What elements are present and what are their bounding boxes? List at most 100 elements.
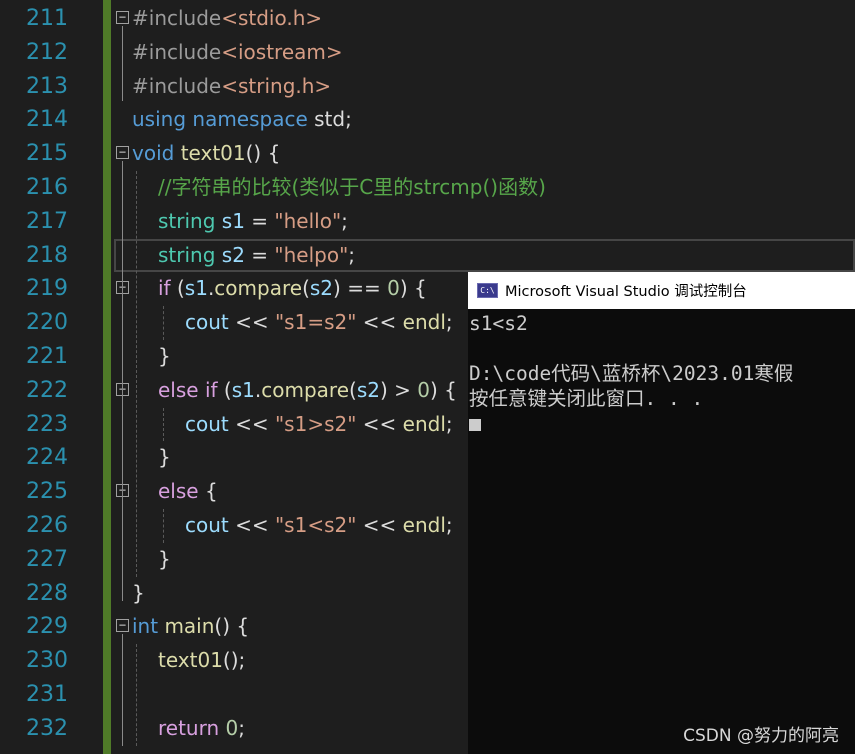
console-output-line: D:\code代码\蓝桥杯\2023.01寒假: [469, 362, 794, 385]
code-token: (: [302, 276, 310, 301]
code-token: main: [164, 614, 215, 639]
code-token: "hello": [274, 208, 342, 233]
code-token: <<: [228, 512, 275, 537]
code-text: }: [158, 340, 171, 374]
collapse-toggle-icon[interactable]: −: [116, 11, 129, 24]
code-text: text01();: [158, 644, 245, 678]
line-number: 230: [26, 648, 68, 674]
code-token: (: [349, 377, 357, 402]
line-number-gutter: 211 212 213 214 215 216 217 218 219 220 221 222 223 2…: [0, 2, 74, 746]
code-token: ) {: [430, 377, 457, 402]
code-token: namespace: [192, 107, 308, 132]
code-token: cout: [185, 411, 229, 436]
code-token: std;: [307, 107, 352, 132]
code-line[interactable]: − #include<stdio.h>: [114, 2, 855, 36]
fold-outline-line: [122, 161, 123, 601]
code-token: using: [132, 107, 187, 132]
code-token: ;: [445, 411, 453, 436]
console-title: Microsoft Visual Studio 调试控制台: [505, 284, 747, 300]
code-token: (: [217, 377, 232, 402]
line-number: 218: [26, 242, 68, 268]
code-token: }: [132, 580, 145, 605]
line-number: 211: [26, 6, 68, 31]
code-token: }: [158, 445, 171, 470]
code-text: return 0;: [158, 712, 245, 746]
code-token: ;: [341, 208, 348, 233]
line-number: 223: [26, 411, 68, 437]
code-text: using namespace std;: [132, 103, 352, 137]
code-token: {: [198, 479, 218, 504]
console-output-line: 按任意键关闭此窗口. . .: [469, 387, 704, 410]
code-token: s2: [221, 242, 245, 267]
code-token: "s1=s2": [274, 310, 357, 335]
code-line[interactable]: string s1 = "hello";: [114, 205, 855, 239]
line-number: 226: [26, 512, 68, 538]
code-token: s2: [356, 377, 380, 402]
line-number: 232: [26, 715, 68, 741]
code-text: else if (s1.compare(s2) > 0) {: [158, 374, 457, 408]
indent-guide: [163, 306, 164, 340]
console-titlebar[interactable]: C:\ Microsoft Visual Studio 调试控制台: [468, 272, 855, 309]
code-token: if: [158, 276, 171, 301]
indent-guide: [136, 171, 137, 577]
screenshot-root: 211 212 213 214 215 216 217 218 219 220 221 222 223 2…: [0, 0, 855, 754]
code-line[interactable]: #include<iostream>: [114, 36, 855, 70]
console-output[interactable]: s1<s2 D:\code代码\蓝桥杯\2023.01寒假 按任意键关闭此窗口. .…: [468, 309, 855, 436]
code-token: }: [158, 546, 171, 571]
code-text: }: [158, 441, 171, 475]
debug-console-window[interactable]: C:\ Microsoft Visual Studio 调试控制台 s1<s2 D…: [468, 272, 855, 754]
line-number: 224: [26, 445, 68, 471]
code-line[interactable]: − void text01() {: [114, 137, 855, 171]
line-number: 231: [26, 681, 68, 707]
code-token: ;: [445, 310, 453, 335]
line-number: 225: [26, 479, 68, 505]
code-token: <<: [356, 512, 403, 537]
code-token: #include: [132, 39, 222, 64]
console-app-icon: C:\: [477, 283, 498, 298]
code-text: int main() {: [132, 610, 249, 644]
code-token: 0: [387, 276, 400, 301]
collapse-toggle-icon[interactable]: −: [116, 619, 129, 633]
code-line[interactable]: using namespace std;: [114, 103, 855, 137]
code-token: ) >: [379, 377, 418, 402]
line-number: 219: [26, 276, 68, 302]
code-token: ;: [238, 715, 245, 740]
code-token: ;: [445, 512, 453, 537]
code-text: //字符串的比较(类似于C里的strcmp()函数): [158, 171, 546, 205]
line-number: 215: [26, 141, 68, 167]
code-token: cout: [185, 512, 229, 537]
code-token: <stdio.h>: [221, 6, 323, 30]
code-text: cout << "s1<s2" << endl;: [185, 509, 453, 543]
code-token: "helpo": [274, 242, 349, 267]
code-text: void text01() {: [132, 137, 280, 171]
code-line[interactable]: //字符串的比较(类似于C里的strcmp()函数): [114, 171, 855, 205]
code-token: return: [158, 715, 220, 740]
code-token: compare: [261, 377, 350, 402]
code-token: s1: [184, 276, 208, 301]
current-code-line[interactable]: string s2 = "helpo";: [114, 238, 855, 273]
csdn-watermark: CSDN @努力的阿亮: [683, 726, 839, 746]
indent-guide: [163, 509, 164, 543]
code-text: #include<string.h>: [132, 70, 331, 104]
code-token: else: [158, 377, 199, 402]
code-token: string: [158, 242, 216, 267]
code-token: ;: [348, 242, 356, 267]
code-token: <<: [228, 310, 275, 335]
fold-outline-line: [122, 634, 123, 746]
code-token: ();: [222, 648, 246, 673]
line-number: 214: [26, 107, 68, 133]
code-token: #include: [132, 73, 222, 98]
code-text: if (s1.compare(s2) == 0) {: [158, 272, 427, 306]
code-token: 0: [417, 377, 430, 402]
line-number: 227: [26, 546, 68, 572]
indent-guide: [136, 644, 137, 746]
code-line[interactable]: #include<string.h>: [114, 70, 855, 104]
code-token: endl: [402, 512, 446, 537]
code-text: cout << "s1>s2" << endl;: [185, 408, 453, 442]
console-output-line: s1<s2: [469, 312, 528, 335]
collapse-toggle-icon[interactable]: −: [116, 146, 129, 160]
code-token: endl: [402, 310, 446, 335]
code-token: text01: [180, 141, 246, 166]
code-token: }: [158, 343, 171, 368]
